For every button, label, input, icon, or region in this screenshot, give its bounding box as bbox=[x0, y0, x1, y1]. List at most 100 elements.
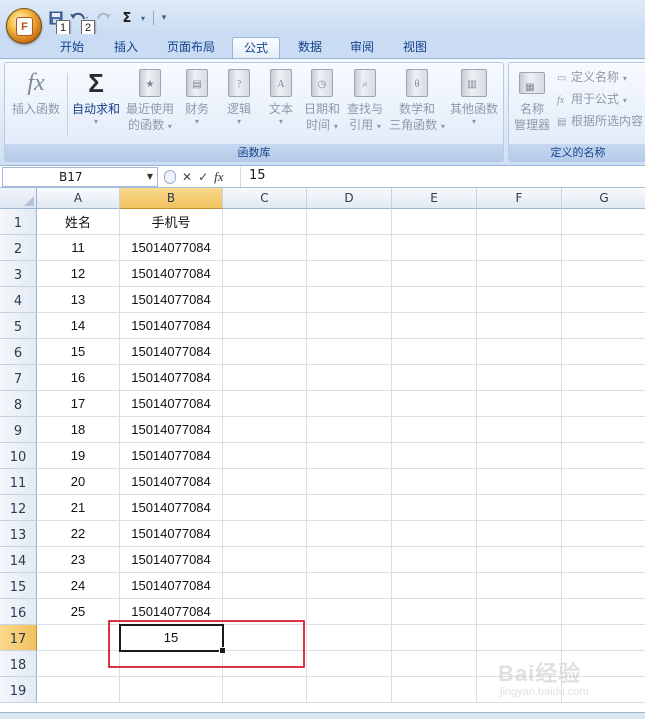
cell-c15[interactable] bbox=[223, 573, 307, 599]
cell-b13[interactable]: 15014077084 bbox=[120, 521, 223, 547]
cell-f19[interactable] bbox=[477, 677, 562, 703]
column-header-a[interactable]: A bbox=[37, 188, 120, 209]
cell-b2[interactable]: 15014077084 bbox=[120, 235, 223, 261]
cell-b15[interactable]: 15014077084 bbox=[120, 573, 223, 599]
create-from-selection-button[interactable]: ▤ 根据所选内容 bbox=[557, 112, 643, 130]
cell-c3[interactable] bbox=[223, 261, 307, 287]
cell-f3[interactable] bbox=[477, 261, 562, 287]
more-functions-button[interactable]: ▥ 其他函数 ▾ bbox=[447, 67, 501, 126]
cell-e3[interactable] bbox=[392, 261, 477, 287]
cell-f16[interactable] bbox=[477, 599, 562, 625]
row-header-6[interactable]: 6 bbox=[0, 339, 37, 365]
row-header-2[interactable]: 2 bbox=[0, 235, 37, 261]
cell-c17[interactable] bbox=[223, 625, 307, 651]
cell-g3[interactable] bbox=[562, 261, 645, 287]
cell-f7[interactable] bbox=[477, 365, 562, 391]
cell-g18[interactable] bbox=[562, 651, 645, 677]
cell-d14[interactable] bbox=[307, 547, 392, 573]
row-header-8[interactable]: 8 bbox=[0, 391, 37, 417]
cell-b10[interactable]: 15014077084 bbox=[120, 443, 223, 469]
cell-g17[interactable] bbox=[562, 625, 645, 651]
formula-input[interactable]: 15 bbox=[240, 167, 643, 187]
column-header-d[interactable]: D bbox=[307, 188, 392, 209]
cell-a8[interactable]: 17 bbox=[37, 391, 120, 417]
autosum-qat-icon[interactable]: Σ bbox=[119, 10, 135, 26]
tab-data[interactable]: 数据 bbox=[288, 37, 332, 58]
cell-g8[interactable] bbox=[562, 391, 645, 417]
row-header-1[interactable]: 1 bbox=[0, 209, 37, 235]
cell-e18[interactable] bbox=[392, 651, 477, 677]
row-header-4[interactable]: 4 bbox=[0, 287, 37, 313]
cell-e1[interactable] bbox=[392, 209, 477, 235]
cell-d13[interactable] bbox=[307, 521, 392, 547]
tab-page-layout[interactable]: 页面布局 bbox=[160, 37, 222, 58]
cell-b18[interactable] bbox=[120, 651, 223, 677]
cell-g5[interactable] bbox=[562, 313, 645, 339]
cell-c12[interactable] bbox=[223, 495, 307, 521]
cell-g12[interactable] bbox=[562, 495, 645, 521]
cell-f4[interactable] bbox=[477, 287, 562, 313]
cell-a2[interactable]: 11 bbox=[37, 235, 120, 261]
cell-e15[interactable] bbox=[392, 573, 477, 599]
recent-functions-button[interactable]: ★ 最近使用 的函数 ▾ bbox=[123, 67, 177, 135]
cell-d6[interactable] bbox=[307, 339, 392, 365]
cell-f12[interactable] bbox=[477, 495, 562, 521]
name-box[interactable]: B17 ▼ bbox=[2, 167, 158, 187]
cell-d16[interactable] bbox=[307, 599, 392, 625]
cell-d15[interactable] bbox=[307, 573, 392, 599]
cell-d1[interactable] bbox=[307, 209, 392, 235]
define-name-button[interactable]: ▭ 定义名称 ▾ bbox=[557, 68, 627, 86]
cell-c1[interactable] bbox=[223, 209, 307, 235]
cell-d9[interactable] bbox=[307, 417, 392, 443]
cell-b5[interactable]: 15014077084 bbox=[120, 313, 223, 339]
cell-d12[interactable] bbox=[307, 495, 392, 521]
cell-a6[interactable]: 15 bbox=[37, 339, 120, 365]
cell-c16[interactable] bbox=[223, 599, 307, 625]
cell-b12[interactable]: 15014077084 bbox=[120, 495, 223, 521]
cell-e13[interactable] bbox=[392, 521, 477, 547]
cell-a11[interactable]: 20 bbox=[37, 469, 120, 495]
tab-insert[interactable]: 插入 bbox=[104, 37, 148, 58]
cell-c2[interactable] bbox=[223, 235, 307, 261]
cell-g13[interactable] bbox=[562, 521, 645, 547]
cell-g10[interactable] bbox=[562, 443, 645, 469]
cell-c18[interactable] bbox=[223, 651, 307, 677]
name-manager-button[interactable]: ▦ 名称 管理器 bbox=[511, 67, 553, 133]
cell-b6[interactable]: 15014077084 bbox=[120, 339, 223, 365]
cell-g11[interactable] bbox=[562, 469, 645, 495]
cell-d11[interactable] bbox=[307, 469, 392, 495]
cell-b8[interactable]: 15014077084 bbox=[120, 391, 223, 417]
tab-review[interactable]: 审阅 bbox=[340, 37, 384, 58]
select-all-corner[interactable] bbox=[0, 188, 37, 209]
cell-g16[interactable] bbox=[562, 599, 645, 625]
cell-c5[interactable] bbox=[223, 313, 307, 339]
tab-formulas[interactable]: 公式 bbox=[232, 37, 280, 58]
cancel-icon[interactable]: ✕ bbox=[182, 170, 192, 184]
cell-e7[interactable] bbox=[392, 365, 477, 391]
cell-c4[interactable] bbox=[223, 287, 307, 313]
cell-c6[interactable] bbox=[223, 339, 307, 365]
cell-e11[interactable] bbox=[392, 469, 477, 495]
cell-g15[interactable] bbox=[562, 573, 645, 599]
logical-button[interactable]: ? 逻辑 ▾ bbox=[219, 67, 259, 126]
cell-d19[interactable] bbox=[307, 677, 392, 703]
row-header-15[interactable]: 15 bbox=[0, 573, 37, 599]
cell-a3[interactable]: 12 bbox=[37, 261, 120, 287]
cell-b3[interactable]: 15014077084 bbox=[120, 261, 223, 287]
cell-e2[interactable] bbox=[392, 235, 477, 261]
cell-b17[interactable]: 15 bbox=[120, 625, 223, 651]
cell-a10[interactable]: 19 bbox=[37, 443, 120, 469]
cell-g9[interactable] bbox=[562, 417, 645, 443]
lookup-button[interactable]: ⌕ 查找与 引用 ▾ bbox=[343, 67, 387, 135]
insert-function-button[interactable]: fx 插入函数 bbox=[7, 67, 65, 117]
cell-e9[interactable] bbox=[392, 417, 477, 443]
cell-a17[interactable] bbox=[37, 625, 120, 651]
cell-f5[interactable] bbox=[477, 313, 562, 339]
row-header-13[interactable]: 13 bbox=[0, 521, 37, 547]
cell-c9[interactable] bbox=[223, 417, 307, 443]
customize-qat-icon[interactable]: ▾ bbox=[159, 10, 169, 26]
cell-d18[interactable] bbox=[307, 651, 392, 677]
cell-b4[interactable]: 15014077084 bbox=[120, 287, 223, 313]
row-header-10[interactable]: 10 bbox=[0, 443, 37, 469]
cell-c14[interactable] bbox=[223, 547, 307, 573]
